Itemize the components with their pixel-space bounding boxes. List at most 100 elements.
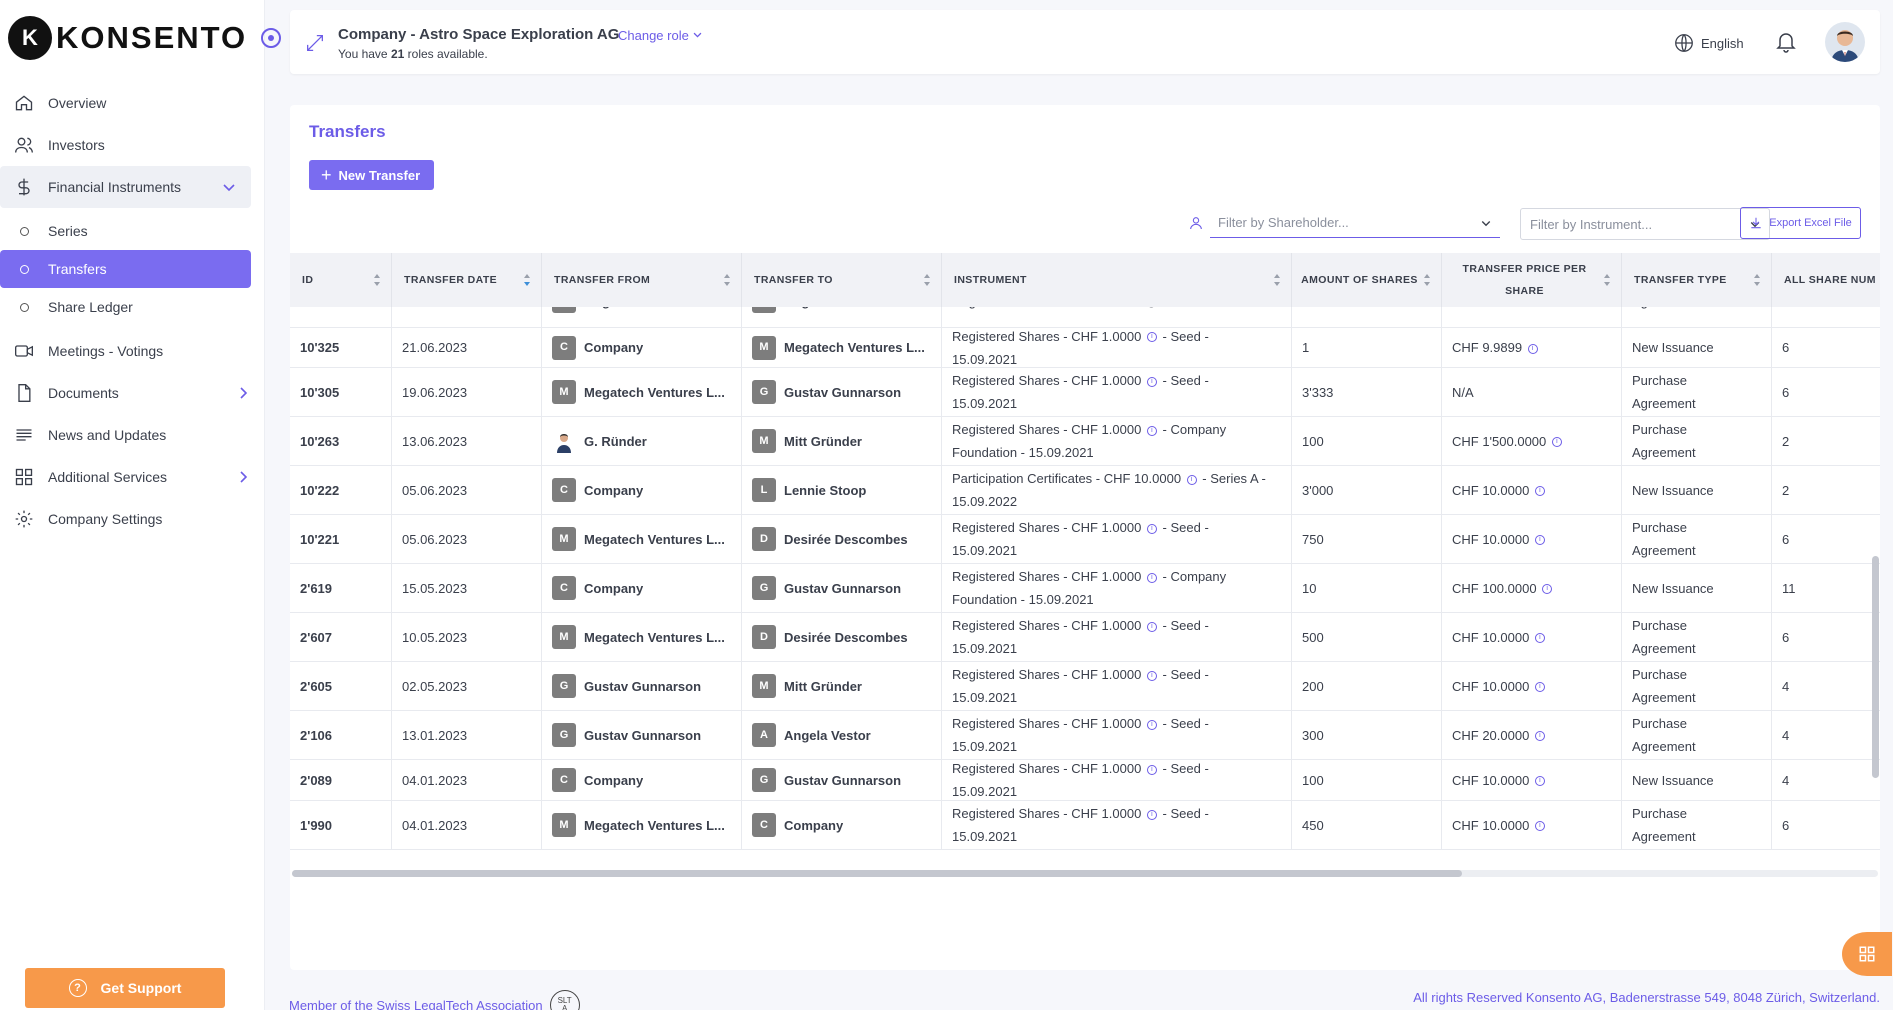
get-support-button[interactable]: ? Get Support [25, 968, 225, 1008]
entity-cell[interactable]: A Angela Vestor [752, 723, 871, 747]
info-icon[interactable]: i [1146, 809, 1157, 820]
table-row[interactable]: 10'305 19.06.2023 M Megatech Ventures L... G… [290, 368, 1880, 417]
table-cell: 2'106 [290, 711, 392, 759]
entity-cell[interactable]: M Megatech Ventures L... [552, 527, 725, 551]
table-row[interactable]: 2'089 04.01.2023 C Company G Gustav Gunnarson… [290, 760, 1880, 801]
new-transfer-button[interactable]: + New Transfer [309, 160, 435, 190]
table-row[interactable]: 1'990 04.01.2023 M Megatech Ventures L... C C… [290, 801, 1880, 850]
konsento-logo[interactable]: K KONSENTO [8, 14, 282, 62]
table-row[interactable]: 2'619 15.05.2023 C Company G Gustav Gunnarson… [290, 564, 1880, 613]
info-icon[interactable]: i [1146, 719, 1157, 730]
column-header-id[interactable]: ID [290, 253, 392, 307]
info-icon[interactable]: i [1542, 584, 1553, 595]
info-icon[interactable]: i [1146, 425, 1157, 436]
entity-cell[interactable]: C Company [552, 768, 643, 792]
column-header-amount[interactable]: AMOUNT OF SHARES [1292, 253, 1442, 307]
vertical-scrollbar-thumb[interactable] [1872, 556, 1879, 778]
column-header-type[interactable]: TRANSFER TYPE [1622, 253, 1772, 307]
horizontal-scrollbar-thumb[interactable] [292, 870, 1462, 877]
sidebar-item-overview[interactable]: Overview [0, 82, 265, 124]
info-icon[interactable]: i [1146, 376, 1157, 387]
column-header-from[interactable]: TRANSFER FROM [542, 253, 742, 307]
table-row[interactable]: 10'222 05.06.2023 C Company L Lennie Stoop Par… [290, 466, 1880, 515]
entity-cell[interactable]: M Mitt Gründer [752, 429, 862, 453]
table-row[interactable]: 2'607 10.05.2023 M Megatech Ventures L... D D… [290, 613, 1880, 662]
entity-cell[interactable]: G Gustav Gunnarson [752, 380, 901, 404]
shareholder-filter[interactable]: Filter by Shareholder... [1188, 208, 1500, 238]
change-role-link[interactable]: Change role [618, 28, 703, 43]
info-icon[interactable]: i [1527, 343, 1538, 354]
entity-badge: M [752, 429, 776, 453]
table-cell: C Company [542, 760, 742, 800]
bell-icon[interactable] [1774, 30, 1798, 54]
entity-cell[interactable]: M Mitt Gründer [752, 674, 862, 698]
info-icon[interactable]: i [1146, 764, 1157, 775]
column-header-share-num[interactable]: ALL SHARE NUM [1772, 253, 1880, 307]
table-cell: Purchase Agreement [1622, 368, 1772, 416]
info-icon[interactable]: i [1146, 670, 1157, 681]
table-row[interactable]: 2'106 13.01.2023 G Gustav Gunnarson A Angela … [290, 711, 1880, 760]
sidebar-item-documents[interactable]: Documents [0, 372, 265, 414]
info-icon[interactable]: i [1534, 633, 1545, 644]
info-icon[interactable]: i [1146, 572, 1157, 583]
table-row[interactable]: 10'263 13.06.2023 G. Ründer M Mitt Gründer Re… [290, 417, 1880, 466]
column-header-to[interactable]: TRANSFER TO [742, 253, 942, 307]
instrument-filter[interactable]: Filter by Instrument... [1520, 208, 1770, 240]
entity-cell[interactable]: D Desirée Descombes [752, 625, 908, 649]
get-support-label: Get Support [100, 980, 182, 996]
language-selector[interactable]: English [1673, 32, 1744, 54]
column-header-price[interactable]: TRANSFER PRICE PER SHARE [1442, 253, 1622, 307]
sidebar-item-share-ledger[interactable]: Share Ledger [0, 288, 265, 326]
info-icon[interactable]: i [1534, 776, 1545, 787]
sidebar-item-additional-services[interactable]: Additional Services [0, 456, 265, 498]
sidebar-item-series[interactable]: Series [0, 212, 265, 250]
info-icon[interactable]: i [1186, 474, 1197, 485]
entity-cell[interactable]: G Gustav Gunnarson [752, 576, 901, 600]
table-cell: M Megatech Ventures L... [542, 515, 742, 563]
entity-cell[interactable]: L Lennie Stoop [752, 478, 866, 502]
sidebar-item-investors[interactable]: Investors [0, 124, 265, 166]
footer-rights: All rights Reserved Konsento AG, Badener… [1413, 990, 1880, 1005]
entity-cell[interactable]: C Company [552, 335, 643, 360]
user-avatar[interactable] [1825, 22, 1865, 62]
sidebar-item-company-settings[interactable]: Company Settings [0, 498, 265, 540]
entity-cell[interactable]: C Company [752, 813, 843, 837]
info-icon[interactable]: i [1146, 621, 1157, 632]
table-row[interactable]: 10'221 05.06.2023 M Megatech Ventures L... D… [290, 515, 1880, 564]
info-icon[interactable]: i [1146, 523, 1157, 534]
entity-cell[interactable]: G Gustav Gunnarson [552, 674, 701, 698]
table-cell: CHF 100.0000 i [1442, 564, 1622, 612]
entity-cell[interactable]: G Gustav Gunnarson [752, 768, 901, 792]
column-header-date[interactable]: TRANSFER DATE [392, 253, 542, 307]
info-icon[interactable]: i [1146, 332, 1157, 343]
sidebar-item-transfers[interactable]: Transfers [0, 250, 251, 288]
sidebar-item-meetings-votings[interactable]: Meetings - Votings [0, 330, 265, 372]
info-icon[interactable]: i [1551, 437, 1562, 448]
sidebar-item-news-updates[interactable]: News and Updates [0, 414, 265, 456]
column-header-instrument[interactable]: INSTRUMENT [942, 253, 1292, 307]
table-cell: M Mitt Gründer [742, 417, 942, 465]
info-icon[interactable]: i [1534, 486, 1545, 497]
table-row[interactable]: 10'325 21.06.2023 C Company M Megatech Ventur… [290, 328, 1880, 368]
entity-cell[interactable]: M Megatech Ventures L... [552, 380, 725, 404]
info-icon[interactable]: i [1534, 682, 1545, 693]
shareholder-filter-input[interactable]: Filter by Shareholder... [1210, 208, 1500, 238]
entity-cell[interactable]: M Megatech Ventures L... [552, 625, 725, 649]
entity-cell[interactable]: G. Ründer [552, 429, 647, 453]
entity-cell[interactable]: C Company [552, 478, 643, 502]
entity-cell[interactable]: G Gustav Gunnarson [552, 723, 701, 747]
info-icon[interactable]: i [1534, 821, 1545, 832]
apps-fab-button[interactable] [1842, 932, 1892, 976]
entity-cell[interactable]: M Megatech Ventures L... [552, 813, 725, 837]
export-excel-button[interactable]: Export Excel File [1740, 207, 1861, 239]
target-icon[interactable] [261, 28, 282, 48]
entity-cell[interactable]: C Company [552, 576, 643, 600]
entity-cell[interactable]: D Desirée Descombes [752, 527, 908, 551]
price-text: CHF 10.0000 i [1452, 479, 1547, 502]
info-icon[interactable]: i [1534, 535, 1545, 546]
sidebar-item-financial-instruments[interactable]: Financial Instruments [0, 166, 251, 208]
table-row[interactable]: 2'605 02.05.2023 G Gustav Gunnarson M Mitt Gr… [290, 662, 1880, 711]
entity-cell[interactable]: M Megatech Ventures L... [752, 335, 925, 360]
info-icon[interactable]: i [1534, 731, 1545, 742]
slta-logo[interactable]: SLTA [549, 990, 580, 1010]
